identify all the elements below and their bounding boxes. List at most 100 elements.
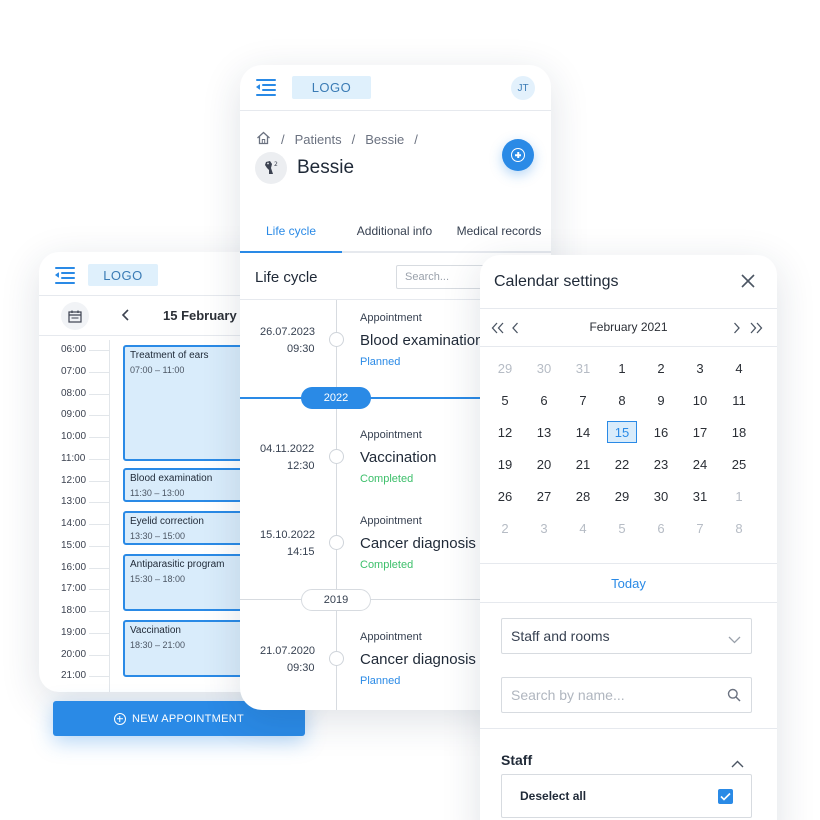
entry-status: Planned — [360, 675, 401, 687]
calendar-day[interactable]: 22 — [607, 453, 637, 475]
calendar-day[interactable]: 23 — [646, 453, 676, 475]
calendar-day[interactable]: 4 — [724, 357, 754, 379]
calendar-day[interactable]: 30 — [646, 485, 676, 507]
staff-and-rooms-select[interactable]: Staff and rooms — [501, 618, 752, 654]
hour-tick — [89, 393, 109, 395]
calendar-day[interactable]: 26 — [490, 485, 520, 507]
tab-life-cycle[interactable]: Life cycle — [240, 210, 342, 253]
search-input[interactable]: Search by name... — [501, 677, 752, 713]
calendar-day[interactable]: 30 — [529, 357, 559, 379]
tab-additional-info[interactable]: Additional info — [342, 210, 447, 251]
hour-tick — [89, 371, 109, 373]
home-icon[interactable] — [256, 131, 271, 148]
calendar-day[interactable]: 16 — [646, 421, 676, 443]
hour-label: 08:00 — [61, 387, 87, 399]
deselect-all-row[interactable]: Deselect all — [501, 774, 752, 818]
staff-section-title: Staff — [501, 752, 533, 768]
calendar-day[interactable]: 2 — [490, 517, 520, 539]
calendar-day[interactable]: 20 — [529, 453, 559, 475]
entry-name: Blood examination — [360, 332, 484, 349]
entry-status: Completed — [360, 473, 414, 485]
menu-icon[interactable] — [256, 79, 276, 96]
calendar-day[interactable]: 12 — [490, 421, 520, 443]
breadcrumb: / Patients / Bessie / — [256, 131, 418, 148]
svg-text:2: 2 — [274, 161, 278, 168]
calendar-day[interactable]: 5 — [607, 517, 637, 539]
calendar-day[interactable]: 2 — [646, 357, 676, 379]
hour-tick — [89, 545, 109, 547]
calendar-day[interactable]: 31 — [685, 485, 715, 507]
checkbox-checked-icon[interactable] — [718, 789, 733, 804]
calendar-day[interactable]: 19 — [490, 453, 520, 475]
timeline-dot — [329, 651, 344, 666]
calendar-day[interactable]: 7 — [568, 389, 598, 411]
calendar-day[interactable]: 10 — [685, 389, 715, 411]
breadcrumb-separator: / — [281, 132, 285, 147]
hour-tick — [89, 632, 109, 634]
entry-kind: Appointment — [360, 631, 422, 643]
calendar-day[interactable]: 27 — [529, 485, 559, 507]
calendar-day[interactable]: 13 — [529, 421, 559, 443]
calendar-day[interactable]: 28 — [568, 485, 598, 507]
chevron-left-icon[interactable] — [121, 308, 131, 327]
entry-date: 26.07.2023 — [260, 326, 316, 338]
calendar-day[interactable]: 6 — [529, 389, 559, 411]
calendar-day[interactable]: 4 — [568, 517, 598, 539]
calendar-icon[interactable] — [61, 302, 89, 330]
chevron-right-icon[interactable] — [733, 321, 741, 339]
search-placeholder: Search by name... — [511, 687, 625, 703]
deselect-all-label: Deselect all — [520, 789, 587, 803]
hour-label: 13:00 — [61, 496, 87, 508]
user-avatar[interactable]: JT — [511, 76, 535, 100]
breadcrumb-patients[interactable]: Patients — [295, 132, 342, 147]
calendar-day[interactable]: 29 — [490, 357, 520, 379]
logo[interactable]: LOGO — [88, 264, 158, 286]
calendar-day[interactable]: 1 — [724, 485, 754, 507]
calendar-day[interactable]: 5 — [490, 389, 520, 411]
today-button[interactable]: Today — [480, 563, 777, 603]
calendar-day[interactable]: 29 — [607, 485, 637, 507]
select-value: Staff and rooms — [511, 628, 610, 644]
breadcrumb-current[interactable]: Bessie — [365, 132, 404, 147]
hour-label: 18:00 — [61, 605, 87, 616]
plus-circle-icon — [511, 148, 525, 162]
calendar-day[interactable]: 6 — [646, 517, 676, 539]
calendar-day[interactable]: 24 — [685, 453, 715, 475]
calendar-day[interactable]: 14 — [568, 421, 598, 443]
year-badge: 2019 — [301, 589, 371, 611]
calendar-day[interactable]: 8 — [607, 389, 637, 411]
chevron-down-icon — [728, 631, 741, 647]
logo[interactable]: LOGO — [292, 76, 371, 99]
panel-title: Calendar settings — [494, 273, 619, 290]
hour-tick — [89, 611, 109, 612]
calendar-day[interactable]: 9 — [646, 389, 676, 411]
calendar-day[interactable]: 1 — [607, 357, 637, 379]
close-icon[interactable] — [740, 273, 756, 294]
breadcrumb-separator: / — [414, 132, 418, 147]
breadcrumb-separator: / — [351, 132, 356, 147]
calendar-day[interactable]: 21 — [568, 453, 598, 475]
calendar-day[interactable]: 3 — [685, 357, 715, 379]
calendar-day[interactable]: 25 — [724, 453, 754, 475]
calendar-day[interactable]: 8 — [724, 517, 754, 539]
entry-name: Vaccination — [360, 449, 437, 466]
add-button[interactable] — [502, 139, 534, 171]
entry-name: Cancer diagnosis — [360, 535, 476, 552]
menu-icon[interactable] — [55, 267, 75, 284]
hour-tick — [89, 589, 109, 591]
calendar-day[interactable]: 7 — [685, 517, 715, 539]
chevron-up-icon[interactable] — [731, 755, 744, 773]
tab-medical-records[interactable]: Medical records — [447, 210, 551, 251]
hour-label: 20:00 — [61, 648, 87, 660]
calendar-day[interactable]: 31 — [568, 357, 598, 379]
calendar-day[interactable]: 11 — [724, 389, 754, 411]
calendar-day[interactable]: 3 — [529, 517, 559, 539]
calendar-day[interactable]: 15 — [607, 421, 637, 443]
hour-label: 09:00 — [61, 409, 87, 421]
calendar-day[interactable]: 18 — [724, 421, 754, 443]
hour-tick — [89, 437, 109, 438]
double-chevron-right-icon[interactable] — [749, 321, 763, 339]
calendar-day[interactable]: 17 — [685, 421, 715, 443]
entry-date: 21.07.2020 — [260, 645, 316, 657]
month-navigation: February 2021 — [480, 309, 777, 347]
